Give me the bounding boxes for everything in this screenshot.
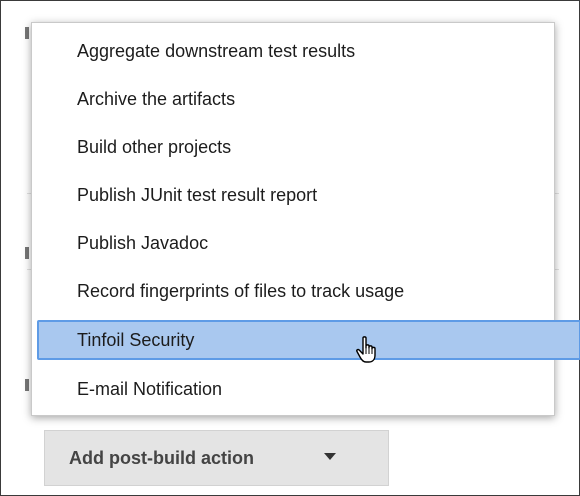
chevron-down-icon <box>324 453 336 460</box>
menu-item-archive-artifacts[interactable]: Archive the artifacts <box>32 79 554 119</box>
add-post-build-action-label: Add post-build action <box>69 447 254 468</box>
background-section-marker <box>25 27 29 39</box>
menu-item-email-notification[interactable]: E-mail Notification <box>32 369 554 409</box>
menu-item-publish-javadoc[interactable]: Publish Javadoc <box>32 223 554 263</box>
menu-item-aggregate-downstream-test-results[interactable]: Aggregate downstream test results <box>32 31 554 71</box>
config-panel: Aggregate downstream test results Archiv… <box>0 0 580 496</box>
menu-item-record-fingerprints[interactable]: Record fingerprints of files to track us… <box>32 271 554 311</box>
menu-item-build-other-projects[interactable]: Build other projects <box>32 127 554 167</box>
post-build-action-menu: Aggregate downstream test results Archiv… <box>31 22 580 416</box>
hand-pointer-icon <box>356 336 376 363</box>
menu-item-publish-junit-report[interactable]: Publish JUnit test result report <box>32 175 554 215</box>
background-section-marker <box>25 379 29 391</box>
add-post-build-action-button[interactable]: Add post-build action <box>44 430 389 486</box>
background-section-marker <box>25 247 29 259</box>
menu-item-tinfoil-security[interactable]: Tinfoil Security <box>37 320 580 360</box>
